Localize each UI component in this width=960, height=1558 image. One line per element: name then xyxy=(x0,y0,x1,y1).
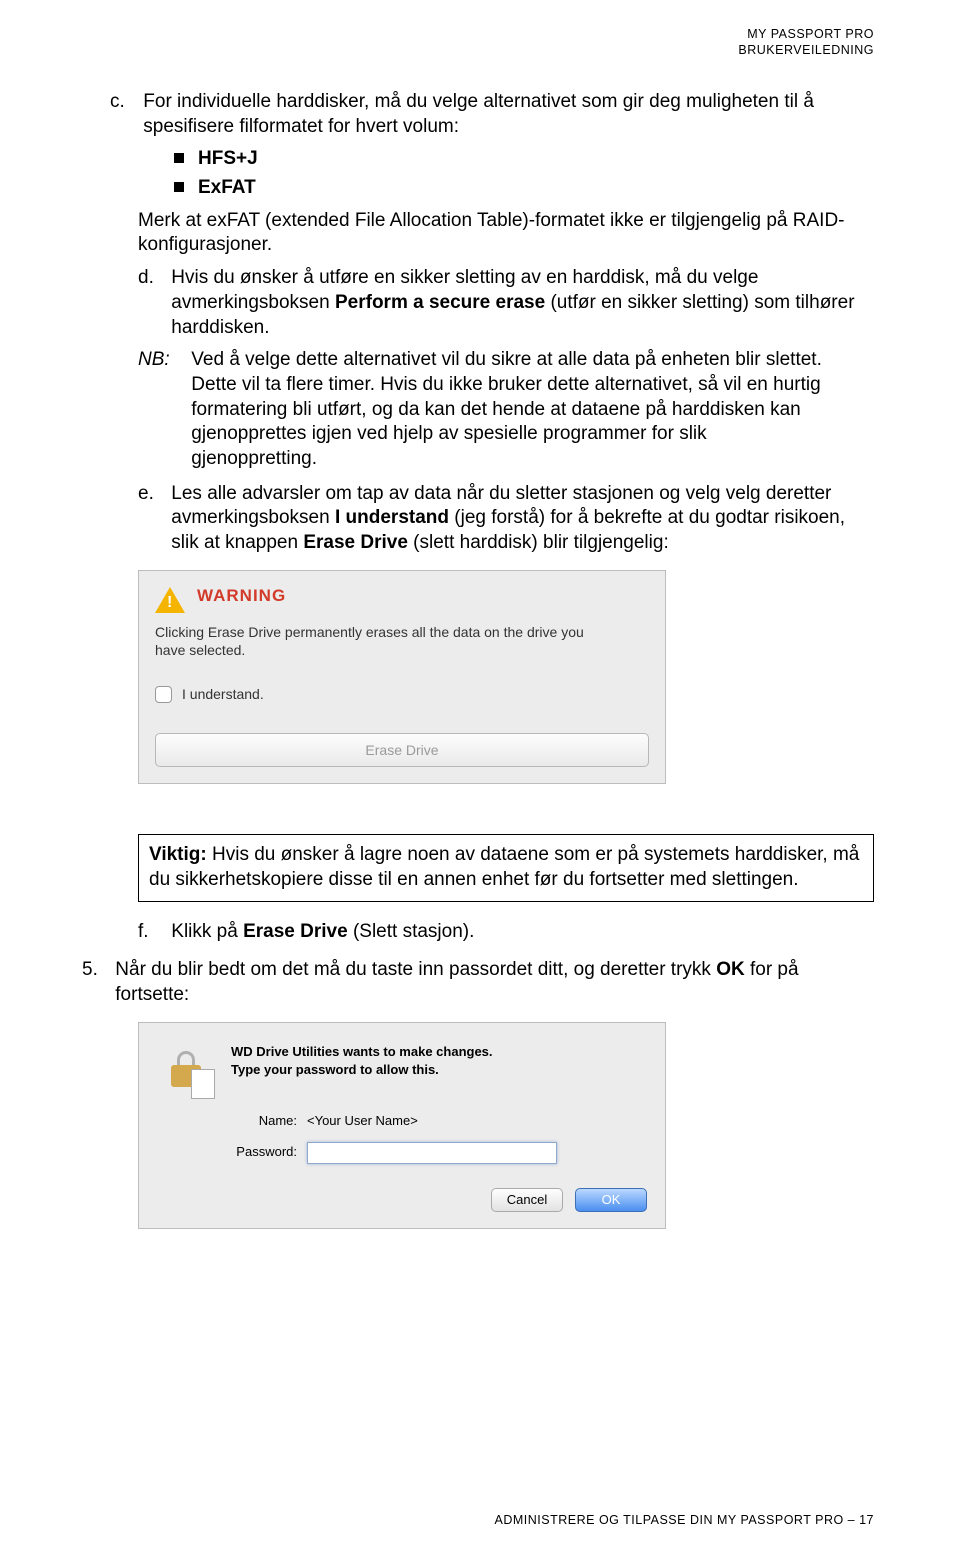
warning-dialog: WARNING Clicking Erase Drive permanently… xyxy=(138,570,666,785)
marker-c: c. xyxy=(110,90,138,115)
auth-dialog: WD Drive Utilities wants to make changes… xyxy=(138,1022,666,1229)
step-5-pre: Når du blir bedt om det må du taste inn … xyxy=(115,959,716,980)
step-f-pre: Klikk på xyxy=(171,921,243,942)
nb-text: Ved å velge dette alternativet vil du si… xyxy=(191,348,835,471)
step-f-text: Klikk på Erase Drive (Slett stasjon). xyxy=(171,920,835,945)
erase-drive-button[interactable]: Erase Drive xyxy=(155,733,649,767)
step-c-note: Merk at exFAT (extended File Allocation … xyxy=(138,209,874,258)
auth-line1: WD Drive Utilities wants to make changes… xyxy=(231,1043,493,1061)
step-e-b1: I understand xyxy=(335,507,449,528)
step-5-text: Når du blir bedt om det må du taste inn … xyxy=(115,958,835,1007)
warning-title: WARNING xyxy=(197,585,286,607)
cancel-button[interactable]: Cancel xyxy=(491,1188,563,1212)
step-c-intro: For individuelle harddisker, må du velge… xyxy=(143,90,863,139)
nb-note: NB: Ved å velge dette alternativet vil d… xyxy=(138,348,874,471)
step-e-b2: Erase Drive xyxy=(303,532,408,553)
password-input[interactable] xyxy=(307,1142,557,1164)
confirm-row: I understand. xyxy=(155,685,649,703)
understand-label: I understand. xyxy=(182,685,264,703)
understand-checkbox[interactable] xyxy=(155,686,172,703)
step-e: e. Les alle advarsler om tap av data når… xyxy=(138,482,874,556)
step-d-text: Hvis du ønsker å utføre en sikker sletti… xyxy=(171,266,863,340)
name-value: <Your User Name> xyxy=(307,1113,647,1130)
name-field-row: Name: <Your User Name> xyxy=(157,1113,647,1130)
nb-label: NB: xyxy=(138,348,186,373)
marker-d: d. xyxy=(138,266,166,291)
important-bold: Viktig: xyxy=(149,844,207,865)
step-c-bullets: HFS+J ExFAT xyxy=(174,147,874,200)
auth-line2: Type your password to allow this. xyxy=(231,1061,493,1079)
password-label: Password: xyxy=(157,1144,307,1161)
ok-button[interactable]: OK xyxy=(575,1188,647,1212)
warning-triangle-icon xyxy=(155,587,185,613)
warning-description: Clicking Erase Drive permanently erases … xyxy=(155,623,585,659)
step-e-text: Les alle advarsler om tap av data når du… xyxy=(171,482,863,556)
step-c: c. For individuelle harddisker, må du ve… xyxy=(110,90,874,258)
important-box: Viktig: Hvis du ønsker å lagre noen av d… xyxy=(138,834,874,901)
step-5: 5. Når du blir bedt om det må du taste i… xyxy=(82,958,874,1007)
step-d-bold: Perform a secure erase xyxy=(335,292,545,313)
step-5-bold: OK xyxy=(716,959,745,980)
header-doc: BRUKERVEILEDNING xyxy=(738,42,874,58)
step-d: d. Hvis du ønsker å utføre en sikker sle… xyxy=(138,266,874,340)
step-f-bold: Erase Drive xyxy=(243,921,348,942)
name-label: Name: xyxy=(157,1113,307,1130)
step-f-post: (Slett stasjon). xyxy=(348,921,475,942)
step-e-post: (slett harddisk) blir tilgjengelig: xyxy=(408,532,669,553)
bullet-square-icon xyxy=(174,182,184,192)
bullet-hfsj-label: HFS+J xyxy=(198,148,258,169)
page-header: MY PASSPORT PRO BRUKERVEILEDNING xyxy=(738,26,874,59)
header-product: MY PASSPORT PRO xyxy=(738,26,874,42)
page-content: c. For individuelle harddisker, må du ve… xyxy=(110,90,874,1229)
marker-5: 5. xyxy=(82,958,110,983)
marker-e: e. xyxy=(138,482,166,507)
important-text: Hvis du ønsker å lagre noen av dataene s… xyxy=(149,844,859,890)
bullet-square-icon xyxy=(174,153,184,163)
page-footer: ADMINISTRERE OG TILPASSE DIN MY PASSPORT… xyxy=(495,1512,874,1528)
bullet-exfat-label: ExFAT xyxy=(198,177,256,198)
marker-f: f. xyxy=(138,920,166,945)
step-f: f. Klikk på Erase Drive (Slett stasjon). xyxy=(138,920,874,945)
password-field-row: Password: xyxy=(157,1142,647,1164)
lock-icon xyxy=(157,1043,215,1101)
bullet-hfsj: HFS+J xyxy=(174,147,874,172)
bullet-exfat: ExFAT xyxy=(174,176,874,201)
